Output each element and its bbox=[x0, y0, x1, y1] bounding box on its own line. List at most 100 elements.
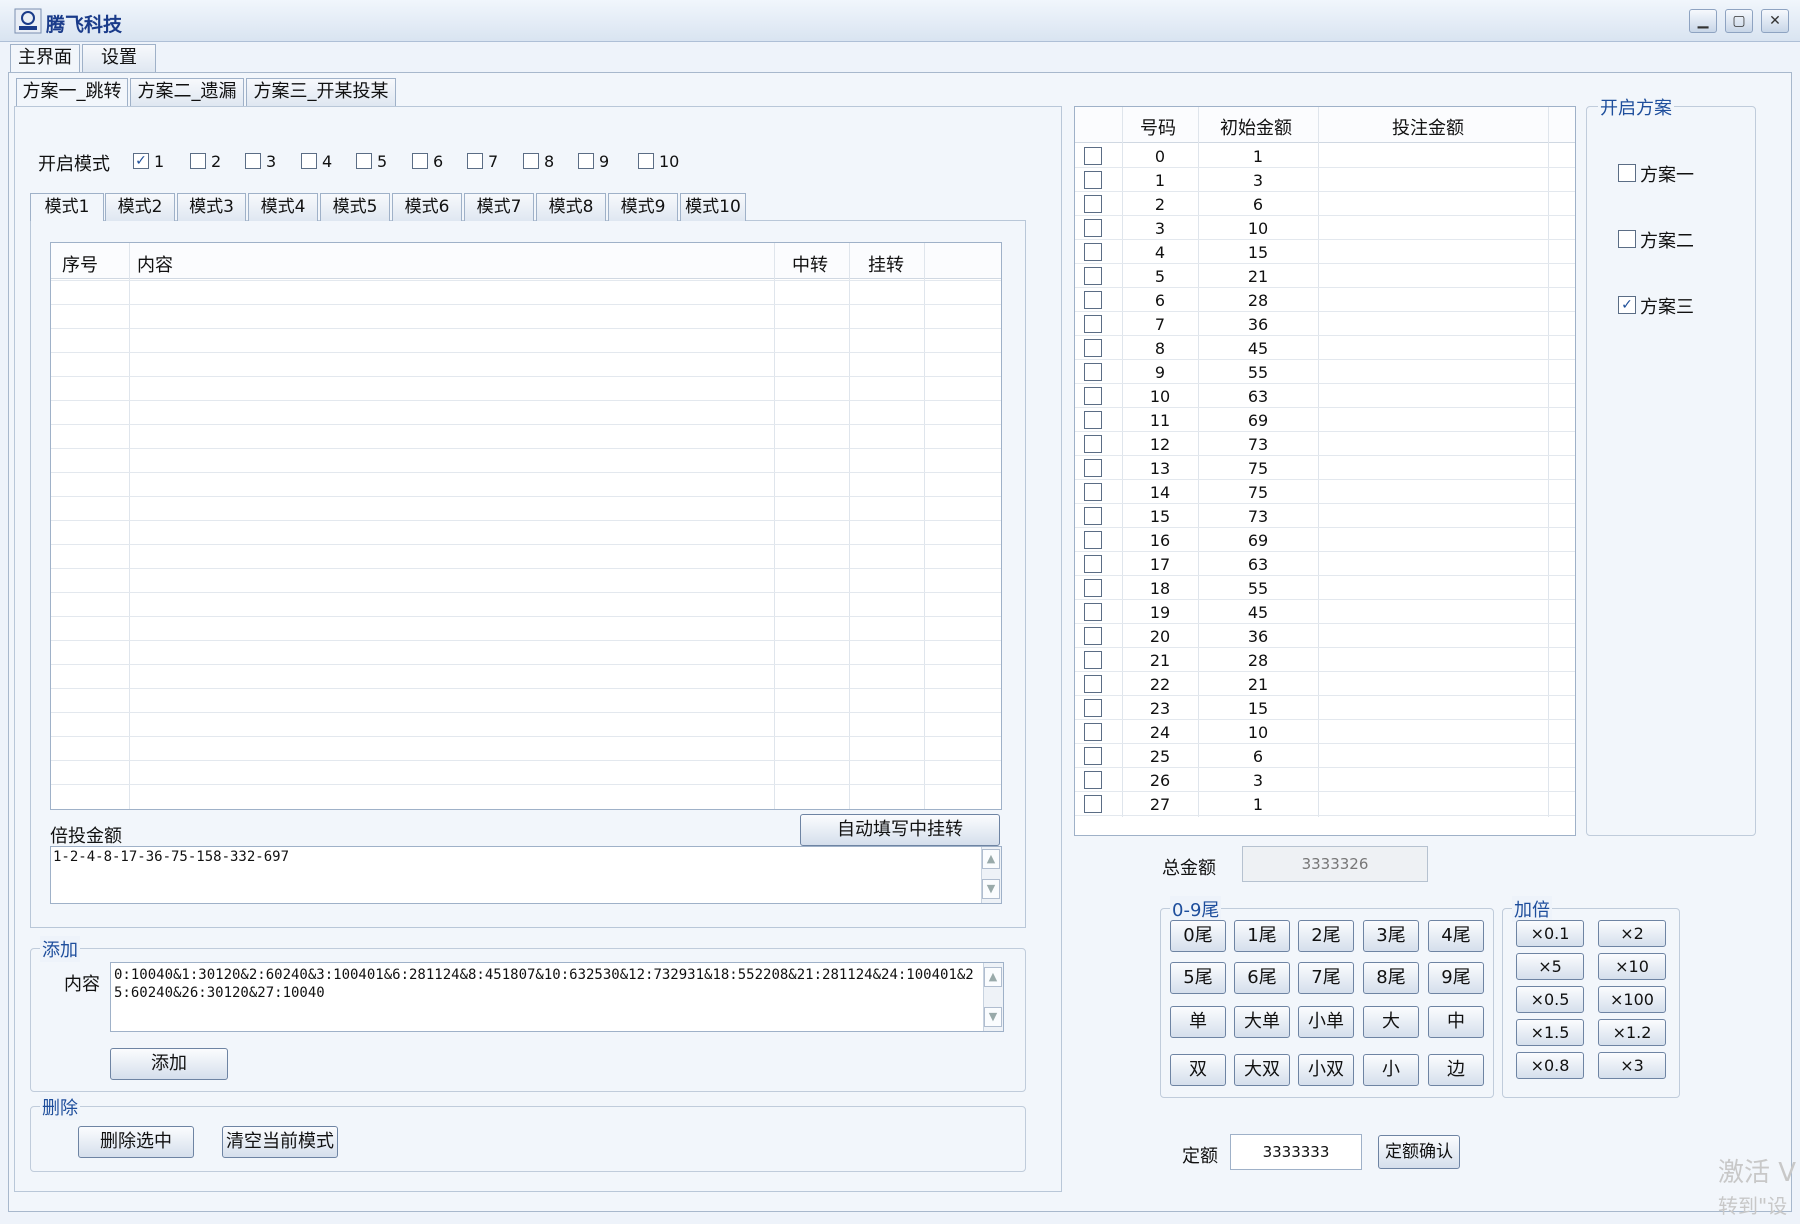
row-9-checkbox[interactable] bbox=[1084, 363, 1102, 381]
mode-2-checkbox[interactable] bbox=[190, 153, 206, 169]
tail-button-大单[interactable]: 大单 bbox=[1234, 1006, 1290, 1038]
scheme-1-checkbox[interactable] bbox=[1618, 164, 1636, 182]
tail-button-9尾[interactable]: 9尾 bbox=[1428, 962, 1484, 994]
tail-button-单[interactable]: 单 bbox=[1170, 1006, 1226, 1038]
row-5-checkbox[interactable] bbox=[1084, 267, 1102, 285]
tab-scheme-1[interactable]: 方案一_跳转 bbox=[16, 78, 128, 106]
tail-button-1尾[interactable]: 1尾 bbox=[1234, 920, 1290, 952]
row-0-checkbox[interactable] bbox=[1084, 147, 1102, 165]
row-21-checkbox[interactable] bbox=[1084, 651, 1102, 669]
row-22-checkbox[interactable] bbox=[1084, 675, 1102, 693]
tail-button-中[interactable]: 中 bbox=[1428, 1006, 1484, 1038]
row-18-checkbox[interactable] bbox=[1084, 579, 1102, 597]
scheme-2-checkbox[interactable] bbox=[1618, 230, 1636, 248]
mode-3-checkbox[interactable] bbox=[245, 153, 261, 169]
content-scrollbar[interactable]: ▲ ▼ bbox=[983, 963, 1003, 1031]
multiply-button[interactable]: ×1.5 bbox=[1516, 1019, 1584, 1046]
tab-mode-1[interactable]: 模式1 bbox=[30, 193, 104, 221]
tab-mode-4[interactable]: 模式4 bbox=[248, 193, 318, 221]
multiply-button[interactable]: ×1.2 bbox=[1598, 1019, 1666, 1046]
tail-button-大双[interactable]: 大双 bbox=[1234, 1054, 1290, 1086]
multiply-button[interactable]: ×100 bbox=[1598, 986, 1666, 1013]
close-button[interactable]: ✕ bbox=[1761, 9, 1789, 33]
tab-scheme-3[interactable]: 方案三_开某投某 bbox=[246, 78, 396, 106]
row-17-checkbox[interactable] bbox=[1084, 555, 1102, 573]
tail-button-4尾[interactable]: 4尾 bbox=[1428, 920, 1484, 952]
row-11-checkbox[interactable] bbox=[1084, 411, 1102, 429]
tail-button-小[interactable]: 小 bbox=[1363, 1054, 1419, 1086]
scheme-3-checkbox[interactable]: ✓ bbox=[1618, 296, 1636, 314]
tail-button-7尾[interactable]: 7尾 bbox=[1298, 962, 1354, 994]
content-textarea[interactable]: 0:10040&1:30120&2:60240&3:100401&6:28112… bbox=[110, 962, 1004, 1032]
scroll-down-icon[interactable]: ▼ bbox=[982, 879, 1000, 899]
mode-8-checkbox[interactable] bbox=[523, 153, 539, 169]
tail-button-小双[interactable]: 小双 bbox=[1298, 1054, 1354, 1086]
tail-button-8尾[interactable]: 8尾 bbox=[1363, 962, 1419, 994]
row-13-checkbox[interactable] bbox=[1084, 459, 1102, 477]
tail-button-0尾[interactable]: 0尾 bbox=[1170, 920, 1226, 952]
tail-button-3尾[interactable]: 3尾 bbox=[1363, 920, 1419, 952]
multiplier-textarea[interactable]: 1-2-4-8-17-36-75-158-332-697 ▲ ▼ bbox=[50, 846, 1002, 904]
tab-mode-2[interactable]: 模式2 bbox=[105, 193, 175, 221]
mode-5-checkbox[interactable] bbox=[356, 153, 372, 169]
multiply-button[interactable]: ×0.5 bbox=[1516, 986, 1584, 1013]
minimize-button[interactable]: ▁ bbox=[1689, 9, 1717, 33]
row-25-checkbox[interactable] bbox=[1084, 747, 1102, 765]
mode-9-checkbox[interactable] bbox=[578, 153, 594, 169]
tab-mode-9[interactable]: 模式9 bbox=[608, 193, 678, 221]
multiply-button[interactable]: ×2 bbox=[1598, 920, 1666, 947]
multiply-button[interactable]: ×3 bbox=[1598, 1052, 1666, 1079]
scroll-up-icon[interactable]: ▲ bbox=[982, 849, 1000, 869]
row-10-checkbox[interactable] bbox=[1084, 387, 1102, 405]
tab-scheme-2[interactable]: 方案二_遗漏 bbox=[130, 78, 244, 106]
multiplier-scrollbar[interactable]: ▲ ▼ bbox=[981, 847, 1001, 903]
delete-selected-button[interactable]: 删除选中 bbox=[78, 1126, 194, 1158]
tab-mode-8[interactable]: 模式8 bbox=[536, 193, 606, 221]
row-19-checkbox[interactable] bbox=[1084, 603, 1102, 621]
fixed-input[interactable]: 3333333 bbox=[1230, 1134, 1362, 1170]
tab-mode-3[interactable]: 模式3 bbox=[177, 193, 246, 221]
clear-mode-button[interactable]: 清空当前模式 bbox=[222, 1126, 338, 1158]
tab-mode-10[interactable]: 模式10 bbox=[680, 193, 746, 221]
row-20-checkbox[interactable] bbox=[1084, 627, 1102, 645]
multiply-button[interactable]: ×0.1 bbox=[1516, 920, 1584, 947]
mode-1-checkbox[interactable]: ✓ bbox=[133, 153, 149, 169]
row-4-checkbox[interactable] bbox=[1084, 243, 1102, 261]
tail-button-小单[interactable]: 小单 bbox=[1298, 1006, 1354, 1038]
add-button[interactable]: 添加 bbox=[110, 1048, 228, 1080]
row-16-checkbox[interactable] bbox=[1084, 531, 1102, 549]
row-2-checkbox[interactable] bbox=[1084, 195, 1102, 213]
multiply-button[interactable]: ×10 bbox=[1598, 953, 1666, 980]
tail-button-5尾[interactable]: 5尾 bbox=[1170, 962, 1226, 994]
mode-7-checkbox[interactable] bbox=[467, 153, 483, 169]
mode-6-checkbox[interactable] bbox=[412, 153, 428, 169]
row-14-checkbox[interactable] bbox=[1084, 483, 1102, 501]
tab-settings[interactable]: 设置 bbox=[82, 44, 156, 72]
tail-button-双[interactable]: 双 bbox=[1170, 1054, 1226, 1086]
row-8-checkbox[interactable] bbox=[1084, 339, 1102, 357]
multiply-button[interactable]: ×5 bbox=[1516, 953, 1584, 980]
tab-main[interactable]: 主界面 bbox=[10, 44, 80, 72]
row-27-checkbox[interactable] bbox=[1084, 795, 1102, 813]
scroll-down-icon[interactable]: ▼ bbox=[984, 1007, 1002, 1027]
row-3-checkbox[interactable] bbox=[1084, 219, 1102, 237]
mode-10-checkbox[interactable] bbox=[638, 153, 654, 169]
row-24-checkbox[interactable] bbox=[1084, 723, 1102, 741]
tail-button-大[interactable]: 大 bbox=[1363, 1006, 1419, 1038]
tab-mode-6[interactable]: 模式6 bbox=[392, 193, 462, 221]
row-23-checkbox[interactable] bbox=[1084, 699, 1102, 717]
mode-4-checkbox[interactable] bbox=[301, 153, 317, 169]
tab-mode-5[interactable]: 模式5 bbox=[320, 193, 390, 221]
row-6-checkbox[interactable] bbox=[1084, 291, 1102, 309]
tab-mode-7[interactable]: 模式7 bbox=[464, 193, 534, 221]
row-26-checkbox[interactable] bbox=[1084, 771, 1102, 789]
scroll-up-icon[interactable]: ▲ bbox=[984, 967, 1002, 987]
maximize-button[interactable]: ▢ bbox=[1725, 9, 1753, 33]
tail-button-2尾[interactable]: 2尾 bbox=[1298, 920, 1354, 952]
multiply-button[interactable]: ×0.8 bbox=[1516, 1052, 1584, 1079]
row-12-checkbox[interactable] bbox=[1084, 435, 1102, 453]
tail-button-边[interactable]: 边 bbox=[1428, 1054, 1484, 1086]
row-7-checkbox[interactable] bbox=[1084, 315, 1102, 333]
row-1-checkbox[interactable] bbox=[1084, 171, 1102, 189]
autofill-button[interactable]: 自动填写中挂转 bbox=[800, 814, 1000, 846]
